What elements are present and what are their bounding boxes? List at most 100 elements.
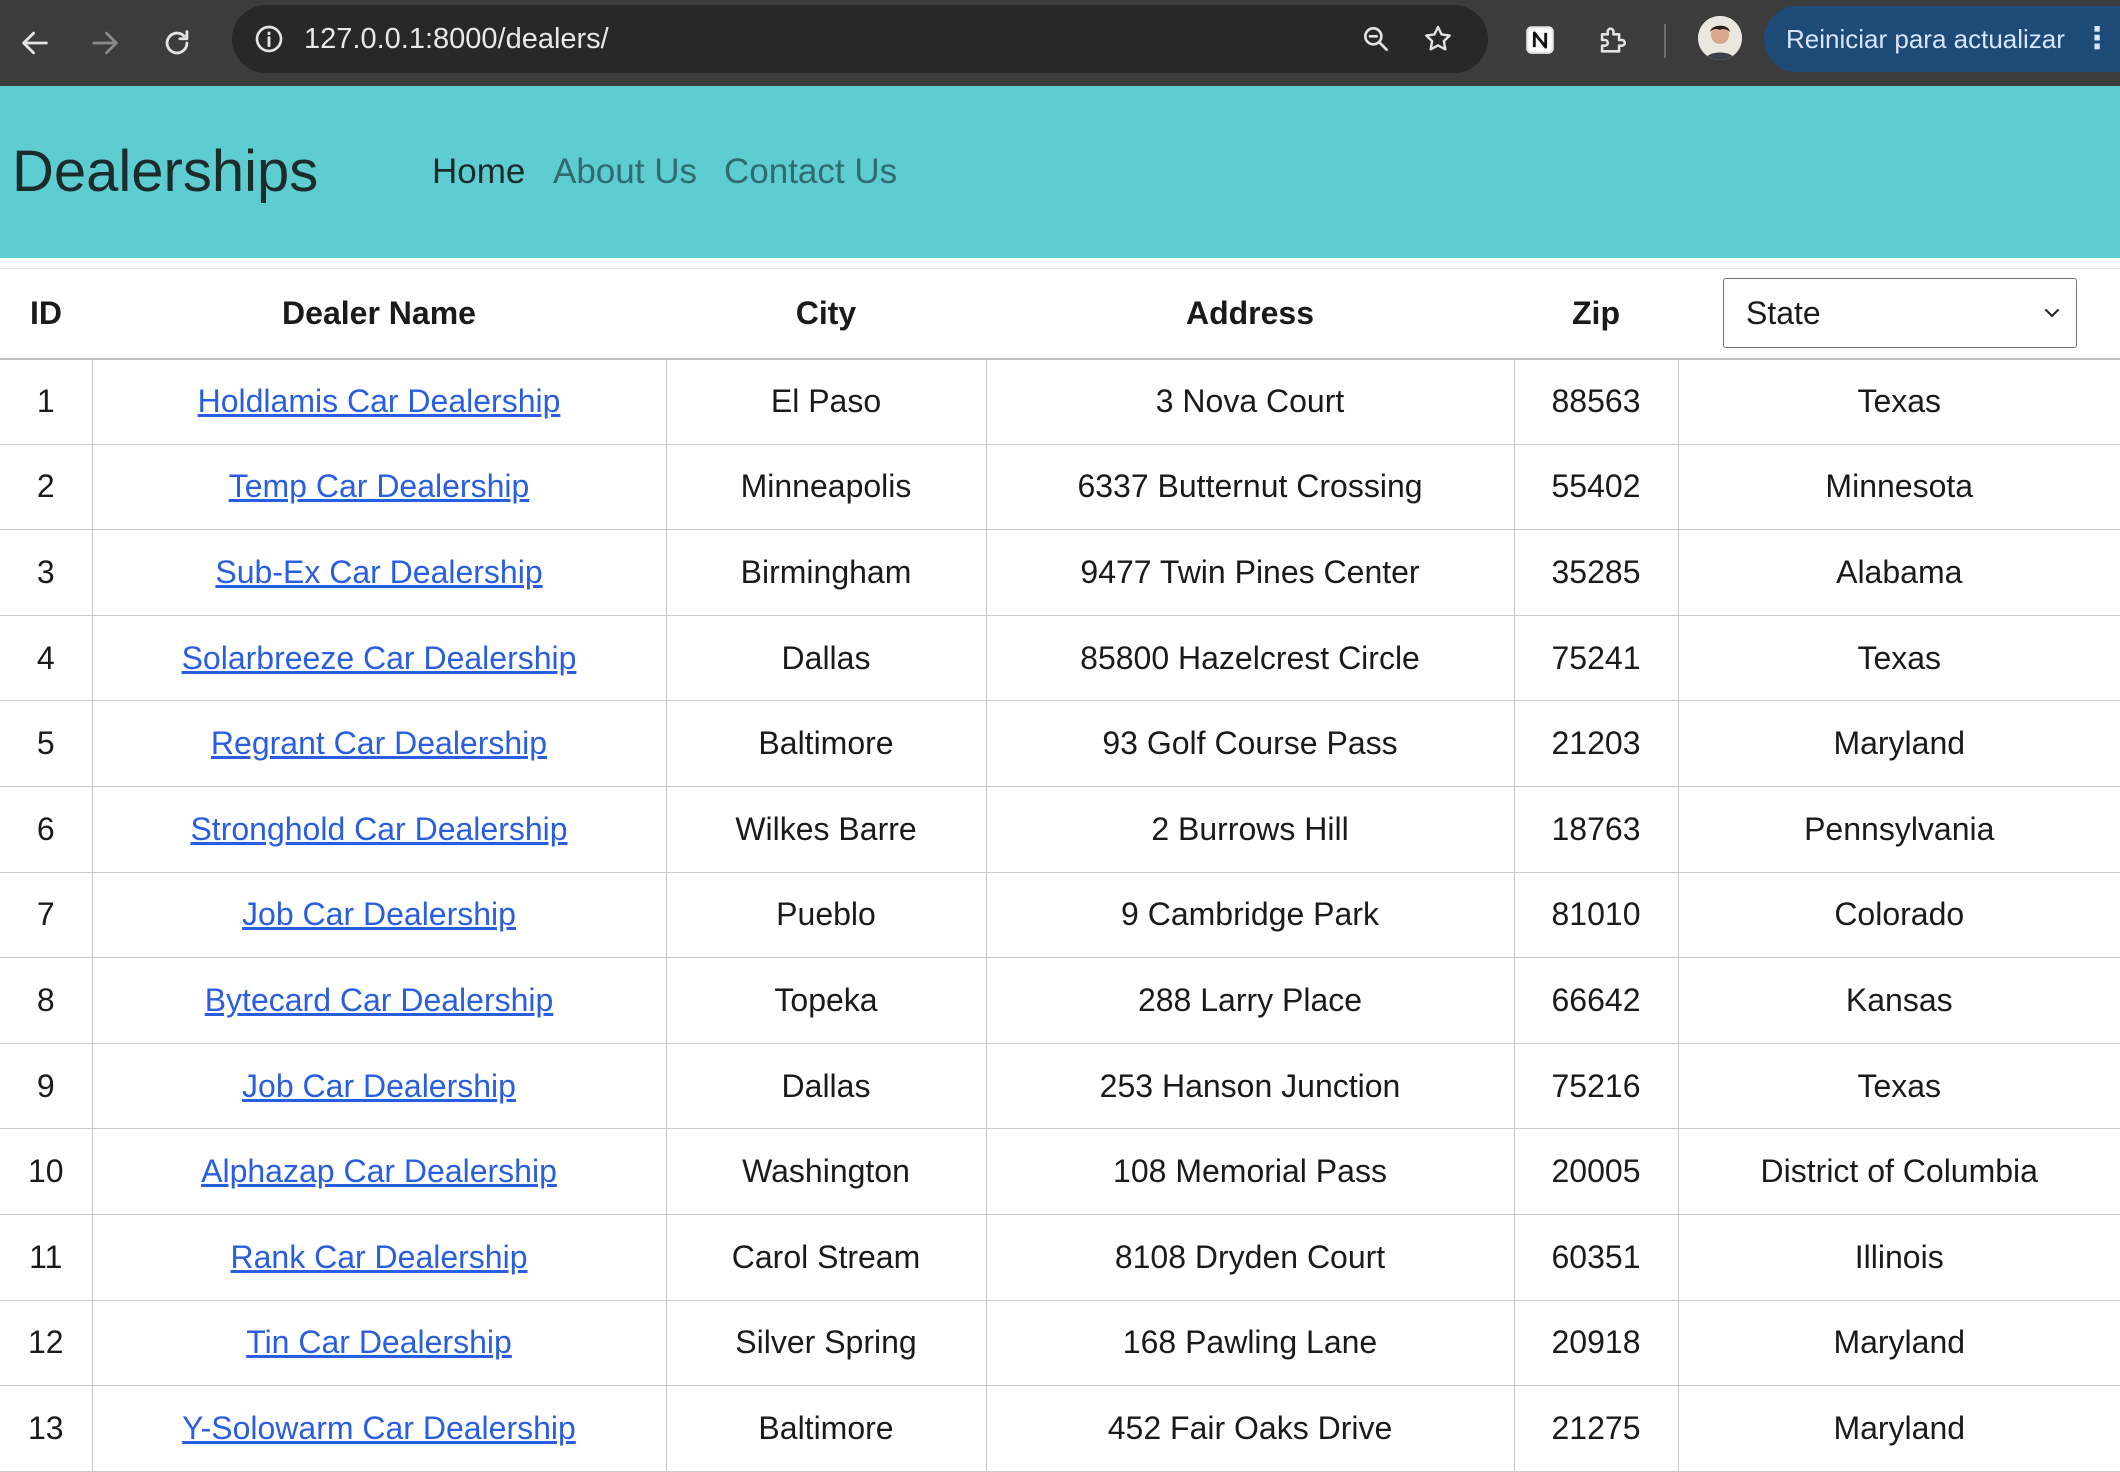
cell-city: Washington [666,1128,987,1215]
nav-contact-link[interactable]: Contact Us [724,86,897,258]
cell-dealer-name: Bytecard Car Dealership [92,957,667,1044]
zoom-icon[interactable] [1356,19,1396,59]
header-id: ID [0,268,92,360]
restart-update-label: Reiniciar para actualizar [1786,24,2065,54]
cell-dealer-name: Sub-Ex Car Dealership [92,529,667,616]
cell-state: Kansas [1678,957,2120,1044]
dealer-link[interactable]: Stronghold Car Dealership [190,811,567,847]
cell-city: Pueblo [666,872,987,959]
address-bar[interactable]: 127.0.0.1:8000/dealers/ [232,5,1488,73]
browser-toolbar: 127.0.0.1:8000/dealers/ Reiniciar para a… [0,0,2120,86]
dealer-link[interactable]: Regrant Car Dealership [211,725,547,761]
cell-address: 288 Larry Place [986,957,1515,1044]
header-zip: Zip [1514,268,1678,360]
chevron-down-icon [2045,309,2059,318]
table-row: 13 Y-Solowarm Car Dealership Baltimore 4… [0,1385,2120,1472]
url-text[interactable]: 127.0.0.1:8000/dealers/ [304,5,609,73]
cell-address: 85800 Hazelcrest Circle [986,615,1515,702]
cell-state: Texas [1678,615,2120,702]
more-dots-icon[interactable]: ⋮ [2082,6,2112,72]
dealer-link[interactable]: Solarbreeze Car Dealership [182,640,577,676]
cell-city: Wilkes Barre [666,786,987,873]
dealer-link[interactable]: Holdlamis Car Dealership [198,383,561,419]
cell-city: Dallas [666,1043,987,1130]
nav-home-link[interactable]: Home [432,86,525,258]
bookmark-star-icon[interactable] [1418,19,1458,59]
cell-state: Maryland [1678,1300,2120,1387]
dealer-link[interactable]: Bytecard Car Dealership [205,982,554,1018]
site-info-icon[interactable] [248,18,290,60]
header-dealer-name: Dealer Name [92,268,666,360]
cell-zip: 81010 [1514,872,1679,959]
cell-zip: 20918 [1514,1300,1679,1387]
state-filter-select[interactable]: State [1723,278,2077,349]
cell-city: Dallas [666,615,987,702]
table-row: 4 Solarbreeze Car Dealership Dallas 8580… [0,615,2120,702]
cell-address: 253 Hanson Junction [986,1043,1515,1130]
header-state: State [1678,268,2120,360]
restart-update-button[interactable]: Reiniciar para actualizar ⋮ [1764,6,2120,72]
back-button[interactable] [8,16,62,70]
table-row: 9 Job Car Dealership Dallas 253 Hanson J… [0,1043,2120,1130]
dealers-table-container: ID Dealer Name City Address Zip State 1 [0,268,2120,1472]
header-city: City [666,268,986,360]
cell-id: 7 [0,872,93,959]
cell-address: 108 Memorial Pass [986,1128,1515,1215]
forward-button[interactable] [78,16,132,70]
cell-dealer-name: Holdlamis Car Dealership [92,358,667,445]
cell-dealer-name: Job Car Dealership [92,872,667,959]
cell-city: Minneapolis [666,444,987,531]
cell-zip: 55402 [1514,444,1679,531]
cell-state: Minnesota [1678,444,2120,531]
cell-zip: 18763 [1514,786,1679,873]
cell-dealer-name: Temp Car Dealership [92,444,667,531]
dealer-link[interactable]: Sub-Ex Car Dealership [215,554,542,590]
notion-extension-icon[interactable] [1518,18,1562,62]
header-address: Address [986,268,1514,360]
cell-address: 168 Pawling Lane [986,1300,1515,1387]
table-row: 7 Job Car Dealership Pueblo 9 Cambridge … [0,872,2120,959]
site-header: Dealerships Home About Us Contact Us [0,86,2120,258]
cell-state: Pennsylvania [1678,786,2120,873]
cell-state: Colorado [1678,872,2120,959]
cell-address: 93 Golf Course Pass [986,700,1515,787]
cell-state: Illinois [1678,1214,2120,1301]
cell-zip: 60351 [1514,1214,1679,1301]
cell-id: 4 [0,615,93,702]
cell-zip: 75241 [1514,615,1679,702]
cell-dealer-name: Y-Solowarm Car Dealership [92,1385,667,1472]
cell-city: Carol Stream [666,1214,987,1301]
cell-zip: 20005 [1514,1128,1679,1215]
cell-state: Maryland [1678,700,2120,787]
profile-avatar[interactable] [1698,16,1742,60]
reload-button[interactable] [150,16,204,70]
table-row: 8 Bytecard Car Dealership Topeka 288 Lar… [0,957,2120,1044]
cell-address: 2 Burrows Hill [986,786,1515,873]
cell-zip: 21203 [1514,700,1679,787]
table-row: 12 Tin Car Dealership Silver Spring 168 … [0,1300,2120,1387]
cell-state: Maryland [1678,1385,2120,1472]
cell-state: District of Columbia [1678,1128,2120,1215]
cell-id: 10 [0,1128,93,1215]
cell-dealer-name: Stronghold Car Dealership [92,786,667,873]
extensions-puzzle-icon[interactable] [1590,18,1634,62]
cell-id: 13 [0,1385,93,1472]
cell-address: 8108 Dryden Court [986,1214,1515,1301]
back-arrow-icon [22,31,48,55]
cell-city: El Paso [666,358,987,445]
cell-zip: 35285 [1514,529,1679,616]
cell-address: 9 Cambridge Park [986,872,1515,959]
forward-arrow-icon [92,31,118,55]
dealer-link[interactable]: Rank Car Dealership [230,1239,527,1275]
dealer-link[interactable]: Job Car Dealership [242,1068,516,1104]
cell-id: 1 [0,358,93,445]
dealer-link[interactable]: Job Car Dealership [242,896,516,932]
dealer-link[interactable]: Tin Car Dealership [246,1324,512,1360]
dealer-link[interactable]: Temp Car Dealership [229,468,530,504]
nav-about-link[interactable]: About Us [553,86,697,258]
cell-id: 3 [0,529,93,616]
cell-id: 9 [0,1043,93,1130]
dealer-link[interactable]: Alphazap Car Dealership [201,1153,557,1189]
cell-zip: 75216 [1514,1043,1679,1130]
dealer-link[interactable]: Y-Solowarm Car Dealership [182,1410,576,1446]
